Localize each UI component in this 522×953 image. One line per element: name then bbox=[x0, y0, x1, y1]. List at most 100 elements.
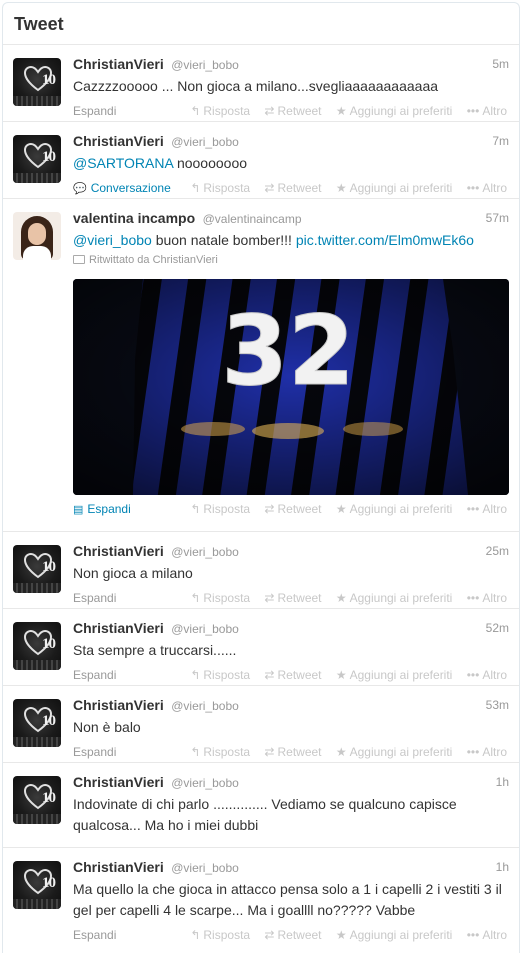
more-icon: ••• bbox=[466, 104, 480, 118]
reply-button[interactable]: ↰ Risposta bbox=[190, 591, 250, 605]
avatar[interactable]: 10 bbox=[13, 58, 61, 106]
reply-button[interactable]: ↰ Risposta bbox=[190, 928, 250, 942]
tweet-item[interactable]: 10 ChristianVieri @vieri_bobo 5m Cazzzzo… bbox=[3, 45, 519, 122]
avatar[interactable]: 10 bbox=[13, 622, 61, 670]
expand-link[interactable]: Espandi bbox=[73, 104, 116, 118]
favorite-button[interactable]: ★ Aggiungi ai preferiti bbox=[336, 104, 453, 118]
tweet-username[interactable]: @vieri_bobo bbox=[171, 622, 239, 636]
conversation-link[interactable]: 💬 Conversazione bbox=[73, 181, 171, 195]
tweet-fullname[interactable]: ChristianVieri bbox=[73, 620, 164, 636]
favorite-button[interactable]: ★ Aggiungi ai preferiti bbox=[336, 668, 453, 682]
avatar[interactable]: 10 bbox=[13, 776, 61, 824]
reply-button[interactable]: ↰ Risposta bbox=[190, 104, 250, 118]
pic-link[interactable]: pic.twitter.com/Elm0mwEk6o bbox=[296, 232, 474, 248]
avatar[interactable] bbox=[13, 212, 61, 260]
more-button[interactable]: ••• Altro bbox=[467, 104, 507, 118]
avatar[interactable]: 10 bbox=[13, 545, 61, 593]
tweet-username[interactable]: @vieri_bobo bbox=[171, 861, 239, 875]
reply-button[interactable]: ↰ Risposta bbox=[190, 181, 250, 195]
mention-link[interactable]: @SARTORANA bbox=[73, 155, 173, 171]
tweet-fullname[interactable]: ChristianVieri bbox=[73, 859, 164, 875]
tweet-fullname[interactable]: ChristianVieri bbox=[73, 133, 164, 149]
retweet-button[interactable]: ⇄ Retweet bbox=[264, 502, 321, 516]
avatar-badge: 10 bbox=[42, 875, 56, 891]
favorite-button[interactable]: ★ Aggiungi ai preferiti bbox=[336, 502, 453, 516]
retweet-button[interactable]: ⇄ Retweet bbox=[264, 104, 321, 118]
reply-button[interactable]: ↰ Risposta bbox=[190, 745, 250, 759]
expand-link[interactable]: Espandi bbox=[73, 745, 116, 759]
tweet-timestamp[interactable]: 52m bbox=[486, 621, 509, 635]
reply-label: Risposta bbox=[203, 668, 251, 682]
tweet-timestamp[interactable]: 1h bbox=[496, 860, 509, 874]
tweet-item[interactable]: 10 ChristianVieri @vieri_bobo 1h Indovin… bbox=[3, 763, 519, 848]
tweet-timestamp[interactable]: 7m bbox=[492, 134, 509, 148]
tweet-timestamp[interactable]: 57m bbox=[486, 211, 509, 225]
avatar[interactable]: 10 bbox=[13, 861, 61, 909]
reply-icon: ↰ bbox=[190, 502, 201, 516]
expand-label: Espandi bbox=[87, 502, 131, 516]
tweet-item[interactable]: 10 ChristianVieri @vieri_bobo 1h Ma quel… bbox=[3, 848, 519, 948]
reply-button[interactable]: ↰ Risposta bbox=[190, 668, 250, 682]
retweet-label: Retweet bbox=[277, 745, 322, 759]
favorite-button[interactable]: ★ Aggiungi ai preferiti bbox=[336, 745, 453, 759]
tweet-fullname[interactable]: ChristianVieri bbox=[73, 774, 164, 790]
tweet-item[interactable]: 10 ChristianVieri @vieri_bobo 52m Sta se… bbox=[3, 609, 519, 686]
photo-icon: ▤ bbox=[73, 504, 84, 516]
retweet-button[interactable]: ⇄ Retweet bbox=[264, 928, 321, 942]
favorite-button[interactable]: ★ Aggiungi ai preferiti bbox=[336, 591, 453, 605]
reply-icon: ↰ bbox=[190, 181, 201, 195]
avatar[interactable]: 10 bbox=[13, 699, 61, 747]
retweet-button[interactable]: ⇄ Retweet bbox=[264, 745, 321, 759]
retweet-label: Retweet bbox=[277, 668, 322, 682]
retweet-button[interactable]: ⇄ Retweet bbox=[264, 668, 321, 682]
retweet-button[interactable]: ⇄ Retweet bbox=[264, 591, 321, 605]
tweet-timestamp[interactable]: 53m bbox=[486, 698, 509, 712]
expand-link[interactable]: Espandi bbox=[73, 928, 116, 942]
tweet-timestamp[interactable]: 5m bbox=[492, 57, 509, 71]
tweet-item[interactable]: 10 ChristianVieri @vieri_bobo 25m Non gi… bbox=[3, 532, 519, 609]
tweet-fullname[interactable]: ChristianVieri bbox=[73, 56, 164, 72]
tweet-actions: ↰ Risposta ⇄ Retweet ★ Aggiungi ai preferit… bbox=[179, 668, 507, 682]
avatar-badge: 10 bbox=[42, 713, 56, 729]
avatar-stripe bbox=[13, 737, 61, 747]
tweet-timestamp[interactable]: 1h bbox=[496, 775, 509, 789]
mention-link[interactable]: @vieri_bobo bbox=[73, 232, 152, 248]
more-button[interactable]: ••• Altro bbox=[467, 181, 507, 195]
more-button[interactable]: ••• Altro bbox=[467, 928, 507, 942]
more-icon: ••• bbox=[466, 928, 480, 942]
retweeted-by: Ritwittato da ChristianVieri bbox=[73, 254, 519, 269]
more-button[interactable]: ••• Altro bbox=[467, 745, 507, 759]
tweet-item[interactable]: 10 ChristianVieri @vieri_bobo 7m @SARTOR… bbox=[3, 122, 519, 199]
expand-photo-link[interactable]: ▤ Espandi bbox=[73, 502, 131, 516]
retweet-button[interactable]: ⇄ Retweet bbox=[264, 181, 321, 195]
tweet-fullname[interactable]: ChristianVieri bbox=[73, 543, 164, 559]
avatar[interactable]: 10 bbox=[13, 135, 61, 183]
tweet-text: Cazzzzooooo ... Non gioca a milano...sve… bbox=[73, 78, 439, 94]
tweet-timestamp[interactable]: 25m bbox=[486, 544, 509, 558]
tweet-fullname[interactable]: valentina incampo bbox=[73, 210, 195, 226]
tweet-username[interactable]: @valentinaincamp bbox=[203, 212, 302, 226]
tweet-item[interactable]: 10 ChristianVieri @vieri_bobo 53m Non è … bbox=[3, 686, 519, 763]
tweet-username[interactable]: @vieri_bobo bbox=[171, 699, 239, 713]
more-button[interactable]: ••• Altro bbox=[467, 502, 507, 516]
tweet-username[interactable]: @vieri_bobo bbox=[171, 545, 239, 559]
more-button[interactable]: ••• Altro bbox=[467, 668, 507, 682]
favorite-button[interactable]: ★ Aggiungi ai preferiti bbox=[336, 181, 453, 195]
expand-link[interactable]: Espandi bbox=[73, 668, 116, 682]
more-label: Altro bbox=[482, 591, 507, 605]
expand-link[interactable]: Espandi bbox=[73, 591, 116, 605]
tweet-item[interactable]: valentina incampo @valentinaincamp 57m @… bbox=[3, 199, 519, 532]
reply-label: Risposta bbox=[203, 928, 251, 942]
reply-button[interactable]: ↰ Risposta bbox=[190, 502, 250, 516]
favorite-button[interactable]: ★ Aggiungi ai preferiti bbox=[336, 928, 453, 942]
tweet-media-image[interactable]: 32 bbox=[73, 279, 509, 495]
tweet-text: @SARTORANA noooooooo bbox=[73, 153, 519, 174]
tweet-actions: ↰ Risposta ⇄ Retweet ★ Aggiungi ai preferit… bbox=[179, 104, 507, 118]
more-button[interactable]: ••• Altro bbox=[467, 591, 507, 605]
tweet-username[interactable]: @vieri_bobo bbox=[171, 58, 239, 72]
more-icon: ••• bbox=[466, 502, 480, 516]
tweet-username[interactable]: @vieri_bobo bbox=[171, 135, 239, 149]
tweet-username[interactable]: @vieri_bobo bbox=[171, 776, 239, 790]
reply-label: Risposta bbox=[203, 104, 251, 118]
tweet-fullname[interactable]: ChristianVieri bbox=[73, 697, 164, 713]
